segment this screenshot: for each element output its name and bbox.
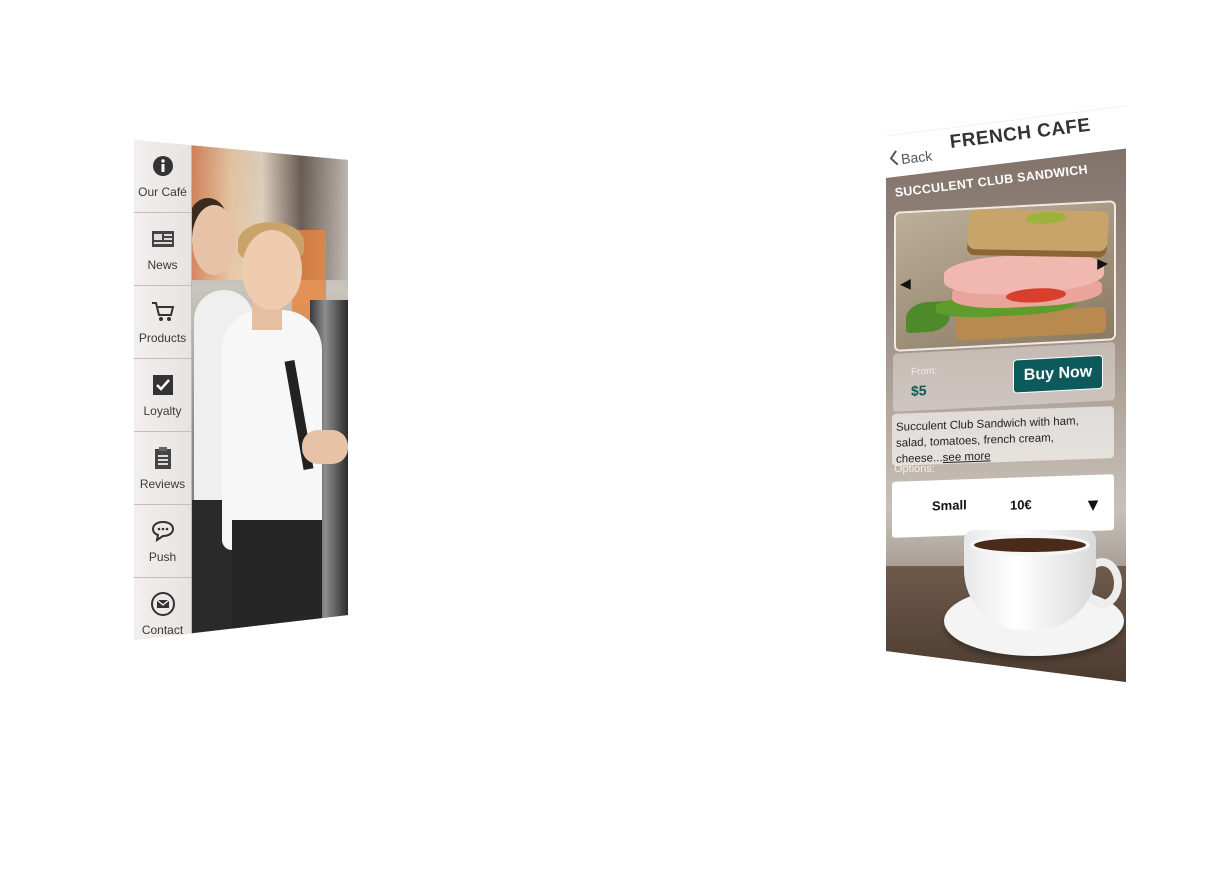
price-panel: From: $5 Buy Now: [893, 342, 1115, 412]
sidebar-item-reviews[interactable]: Reviews: [134, 432, 191, 505]
sidebar-nav: Our Café News Products Loyalty Reviews P…: [134, 140, 192, 640]
right-app-screen: Back FRENCH CAFE SUCCULENT CLUB SANDWICH…: [886, 106, 1126, 682]
sidebar-item-label: Push: [148, 550, 177, 564]
product-description: Succulent Club Sandwich with ham, salad,…: [892, 406, 1114, 466]
left-app-screen: Our Café News Products Loyalty Reviews P…: [134, 140, 348, 640]
product-image-carousel[interactable]: ◀ ▶: [894, 200, 1116, 352]
buy-now-button[interactable]: Buy Now: [1013, 354, 1103, 394]
from-label: From:: [911, 365, 938, 378]
sidebar-item-label: Loyalty: [143, 404, 182, 418]
sidebar-item-label: Reviews: [139, 477, 186, 491]
carousel-next-icon[interactable]: ▶: [1097, 255, 1108, 273]
sidebar-item-label: Products: [138, 331, 187, 345]
sidebar-item-label: News: [147, 258, 178, 272]
coffee: [970, 534, 1090, 556]
cart-icon: [150, 299, 176, 325]
clipboard-icon: [150, 445, 176, 471]
see-more-link[interactable]: see more: [943, 450, 991, 464]
carousel-prev-icon[interactable]: ◀: [900, 275, 911, 293]
options-label: Options:: [894, 463, 935, 475]
checkbox-icon: [150, 372, 176, 398]
option-size: Small: [932, 497, 967, 514]
info-icon: [150, 153, 176, 179]
chat-bubble-icon: [150, 518, 176, 544]
sidebar-item-contact[interactable]: Contact: [134, 578, 191, 640]
sidebar-item-products[interactable]: Products: [134, 286, 191, 359]
back-label: Back: [900, 146, 933, 167]
sidebar-item-news[interactable]: News: [134, 213, 191, 286]
caret-down-icon: ▼: [1084, 494, 1102, 516]
option-price: 10€: [1010, 496, 1032, 513]
newspaper-icon: [150, 226, 176, 252]
sidebar-item-loyalty[interactable]: Loyalty: [134, 359, 191, 432]
product-price: $5: [911, 382, 927, 399]
sidebar-item-label: Our Café: [138, 185, 187, 199]
cafe-staff-photo: [192, 140, 348, 640]
chevron-left-icon: [889, 150, 899, 170]
sidebar-item-label: Contact: [141, 623, 184, 637]
envelope-icon: [150, 591, 176, 617]
option-dropdown[interactable]: Small 10€ ▼: [892, 474, 1114, 538]
sidebar-item-our-cafe[interactable]: Our Café: [134, 140, 191, 213]
sidebar-item-push[interactable]: Push: [134, 505, 191, 578]
